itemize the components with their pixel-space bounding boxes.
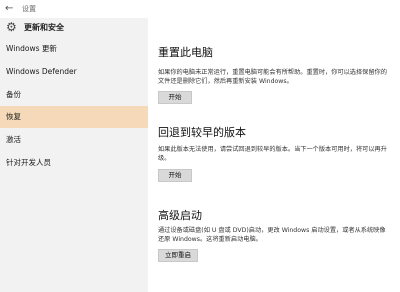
reset-pc-start-button[interactable]: 开始	[158, 91, 192, 104]
advanced-startup-description: 通过设备或磁盘(如 U 盘或 DVD)启动，更改 Windows 启动设置，或者…	[158, 227, 386, 243]
sidebar-header: ⚙ 更新和安全	[0, 18, 148, 36]
go-back-description: 如果此版本无法使用，请尝试回退到较早的版本。当下一个版本可用时，将可以再升级。	[158, 146, 387, 162]
title-bar: ← 设置	[0, 0, 400, 18]
gear-icon: ⚙	[6, 20, 17, 34]
main-content: 重置此电脑 如果你的电脑未正常运行，重置电脑可能会有所帮助。重置时，你可以选择保…	[148, 18, 400, 292]
back-arrow-icon[interactable]: ←	[5, 3, 13, 15]
sidebar-item-activation[interactable]: 激活	[0, 129, 148, 151]
app-title: 设置	[22, 5, 36, 13]
reset-pc-title: 重置此电脑	[158, 46, 213, 59]
sidebar-header-label: 更新和安全	[24, 23, 64, 32]
advanced-startup-title: 高级启动	[158, 209, 202, 222]
restart-now-button[interactable]: 立即重启	[158, 249, 198, 262]
sidebar: ⚙ 更新和安全 Windows 更新 Windows Defender 备份 恢…	[0, 18, 148, 292]
sidebar-item-recovery[interactable]: 恢复	[0, 106, 148, 128]
sidebar-item-windows-defender[interactable]: Windows Defender	[0, 61, 148, 83]
go-back-title: 回退到较早的版本	[158, 126, 246, 139]
go-back-start-button[interactable]: 开始	[158, 169, 192, 182]
sidebar-item-backup[interactable]: 备份	[0, 84, 148, 106]
reset-pc-description: 如果你的电脑未正常运行，重置电脑可能会有所帮助。重置时，你可以选择保留你的文件还…	[158, 69, 387, 85]
sidebar-item-windows-update[interactable]: Windows 更新	[0, 38, 148, 60]
sidebar-item-developers[interactable]: 针对开发人员	[0, 152, 148, 174]
